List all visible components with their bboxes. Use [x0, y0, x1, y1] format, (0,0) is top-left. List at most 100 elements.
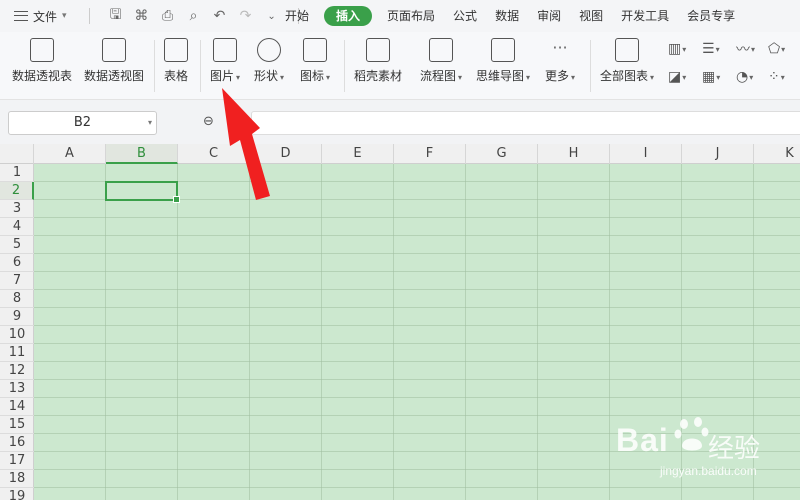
tab-review[interactable]: 审阅 [528, 6, 570, 26]
redo-icon[interactable]: ↷ [238, 8, 254, 24]
print-icon[interactable]: ⎙ [160, 8, 176, 24]
quick-access-toolbar: 🖫 ⌘ ⎙ ⌕ ↶ ↷ ⌄ [81, 4, 307, 28]
watermark-url: jingyan.baidu.com [660, 464, 757, 478]
bar-chart-button[interactable]: ☰ ▾ [702, 40, 724, 58]
column-header-h[interactable]: H [538, 144, 610, 164]
horizontal-bar-chart-icon: ☰ [702, 41, 715, 57]
area-chart-icon: ◪ [668, 69, 682, 85]
tab-view[interactable]: 视图 [570, 6, 612, 26]
shape-label: 形状 [254, 69, 279, 83]
row-header-13[interactable]: 13 [0, 380, 34, 398]
column-header-e[interactable]: E [322, 144, 394, 164]
material-label: 稻壳素材 [354, 69, 403, 83]
tab-data[interactable]: 数据 [486, 6, 528, 26]
tab-member[interactable]: 会员专享 [678, 6, 744, 26]
paw-icon [674, 417, 709, 451]
mindmap-icon [491, 38, 516, 62]
print-preview-icon[interactable]: ⌕ [186, 8, 202, 24]
column-header-a[interactable]: A [34, 144, 106, 164]
row-header-10[interactable]: 10 [0, 326, 34, 344]
table-icon [164, 38, 188, 62]
row-header-15[interactable]: 15 [0, 416, 34, 434]
formula-bar: B2 ▾ ⊖ [0, 100, 800, 144]
column-header-k[interactable]: K [754, 144, 800, 164]
icon-label: 图标 [300, 69, 325, 83]
tab-insert[interactable]: 插入 [324, 6, 373, 26]
hamburger-icon [14, 11, 28, 21]
name-box[interactable]: B2 ▾ [8, 111, 157, 135]
column-header-j[interactable]: J [682, 144, 754, 164]
flowchart-button[interactable]: 流程图 ▾ [420, 38, 462, 84]
pivot-table-button[interactable]: 数据透视表 [12, 38, 72, 84]
row-header-16[interactable]: 16 [0, 434, 34, 452]
row-header-2[interactable]: 2 [0, 182, 34, 200]
shape-button[interactable]: 形状 ▾ [254, 38, 284, 84]
row-header-3[interactable]: 3 [0, 200, 34, 218]
ribbon-tabs: 开始 插入 页面布局 公式 数据 审阅 视图 开发工具 会员专享 [276, 0, 744, 32]
column-header-f[interactable]: F [394, 144, 466, 164]
material-button[interactable]: 稻壳素材 [354, 38, 402, 84]
formula-input[interactable] [251, 111, 800, 135]
scatter-chart-button[interactable]: ⁘ ▾ [768, 68, 790, 86]
stock-chart-icon: ▦ [702, 69, 716, 85]
caret-down-icon: ▾ [571, 73, 576, 82]
flowchart-icon [429, 38, 454, 62]
name-box-value: B2 [73, 115, 92, 130]
table-label: 表格 [164, 69, 189, 83]
caret-down-icon: ▾ [326, 73, 331, 82]
watermark-brand: Bai [616, 422, 669, 458]
picture-label: 图片 [210, 69, 235, 83]
select-all-corner[interactable] [0, 144, 34, 164]
line-chart-button[interactable]: 〰 ▾ [736, 40, 758, 58]
row-header-1[interactable]: 1 [0, 164, 34, 182]
save-icon[interactable]: 🖫 [108, 4, 124, 28]
row-header-12[interactable]: 12 [0, 362, 34, 380]
table-button[interactable]: 表格 [164, 38, 188, 84]
tab-page-layout[interactable]: 页面布局 [378, 6, 444, 26]
tab-home[interactable]: 开始 [276, 6, 318, 26]
row-header-19[interactable]: 19 [0, 488, 34, 500]
radar-chart-button[interactable]: ⬠ ▾ [768, 40, 790, 58]
undo-icon[interactable]: ↶ [212, 8, 228, 24]
row-header-4[interactable]: 4 [0, 218, 34, 236]
row-header-6[interactable]: 6 [0, 254, 34, 272]
pivot-chart-icon [102, 38, 126, 62]
row-header-11[interactable]: 11 [0, 344, 34, 362]
column-header-g[interactable]: G [466, 144, 538, 164]
shape-icon [257, 38, 282, 62]
column-header-b[interactable]: B [106, 144, 178, 164]
row-header-14[interactable]: 14 [0, 398, 34, 416]
bar-chart-icon [615, 38, 640, 62]
radar-chart-icon: ⬠ [768, 41, 781, 57]
icon-button[interactable]: 图标 ▾ [300, 38, 330, 84]
file-menu[interactable]: 文件 ▾ [14, 8, 67, 25]
pie-chart-button[interactable]: ◔ ▾ [736, 68, 758, 86]
column-header-i[interactable]: I [610, 144, 682, 164]
pivot-table-label: 数据透视表 [12, 69, 73, 83]
row-header-8[interactable]: 8 [0, 290, 34, 308]
row-header-5[interactable]: 5 [0, 236, 34, 254]
format-painter-icon[interactable]: ⌘ [134, 8, 150, 24]
all-charts-button[interactable]: 全部图表 ▾ [600, 38, 654, 84]
line-chart-icon: 〰 [736, 42, 750, 58]
column-chart-icon: ▥ [668, 41, 682, 57]
caret-down-icon: ▾ [526, 73, 531, 82]
mindmap-button[interactable]: 思维导图 ▾ [476, 38, 530, 84]
material-store-icon [366, 38, 390, 62]
tab-developer[interactable]: 开发工具 [612, 6, 678, 26]
active-cell[interactable] [105, 181, 180, 203]
column-chart-button[interactable]: ▥ ▾ [668, 40, 690, 58]
pivot-chart-button[interactable]: 数据透视图 [84, 38, 144, 84]
caret-down-icon: ▾ [236, 73, 241, 82]
file-menu-label: 文件 [33, 9, 58, 24]
row-header-7[interactable]: 7 [0, 272, 34, 290]
row-header-18[interactable]: 18 [0, 470, 34, 488]
area-chart-button[interactable]: ◪ ▾ [668, 68, 690, 86]
row-header-17[interactable]: 17 [0, 452, 34, 470]
chevron-down-icon: ▾ [62, 11, 67, 21]
stock-chart-button[interactable]: ▦ ▾ [702, 68, 724, 86]
more-button[interactable]: ··· 更多 ▾ [545, 38, 575, 84]
picture-button[interactable]: 图片 ▾ [210, 38, 240, 84]
tab-formulas[interactable]: 公式 [444, 6, 486, 26]
row-header-9[interactable]: 9 [0, 308, 34, 326]
